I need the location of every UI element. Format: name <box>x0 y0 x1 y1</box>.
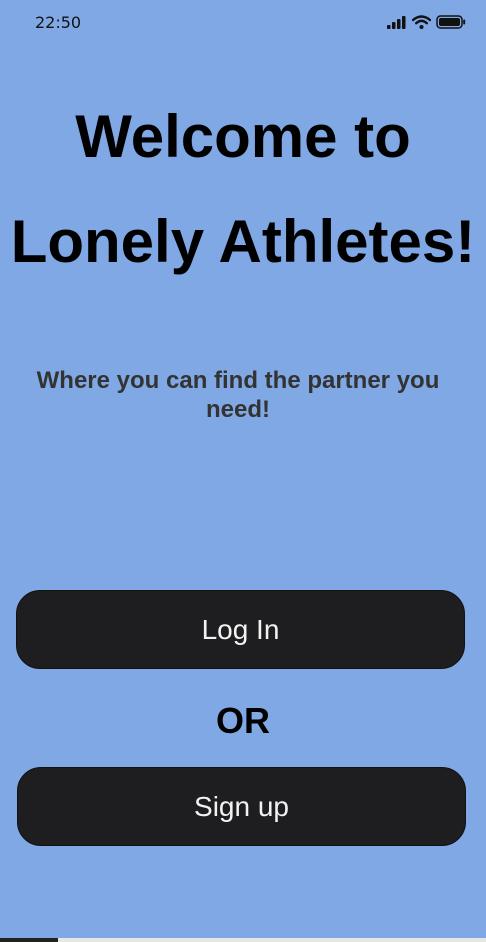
battery-icon <box>436 15 466 29</box>
welcome-title-line1: Welcome to <box>75 103 411 170</box>
welcome-title-line2: Lonely Athletes! <box>10 208 476 275</box>
tagline: Where you can find the partner you need! <box>36 367 440 423</box>
wifi-icon <box>412 15 431 29</box>
status-bar: 22:50 <box>0 0 486 46</box>
home-indicator-bar <box>0 938 486 942</box>
or-divider-text: OR <box>216 700 270 741</box>
signal-icon <box>387 15 406 29</box>
status-icons <box>387 15 466 29</box>
login-button[interactable]: Log In <box>16 590 465 669</box>
signup-button[interactable]: Sign up <box>17 767 466 846</box>
home-indicator <box>0 938 58 942</box>
welcome-screen: 22:50 Welcome to Lonely Athletes! Where … <box>0 0 486 942</box>
status-time: 22:50 <box>35 13 82 32</box>
